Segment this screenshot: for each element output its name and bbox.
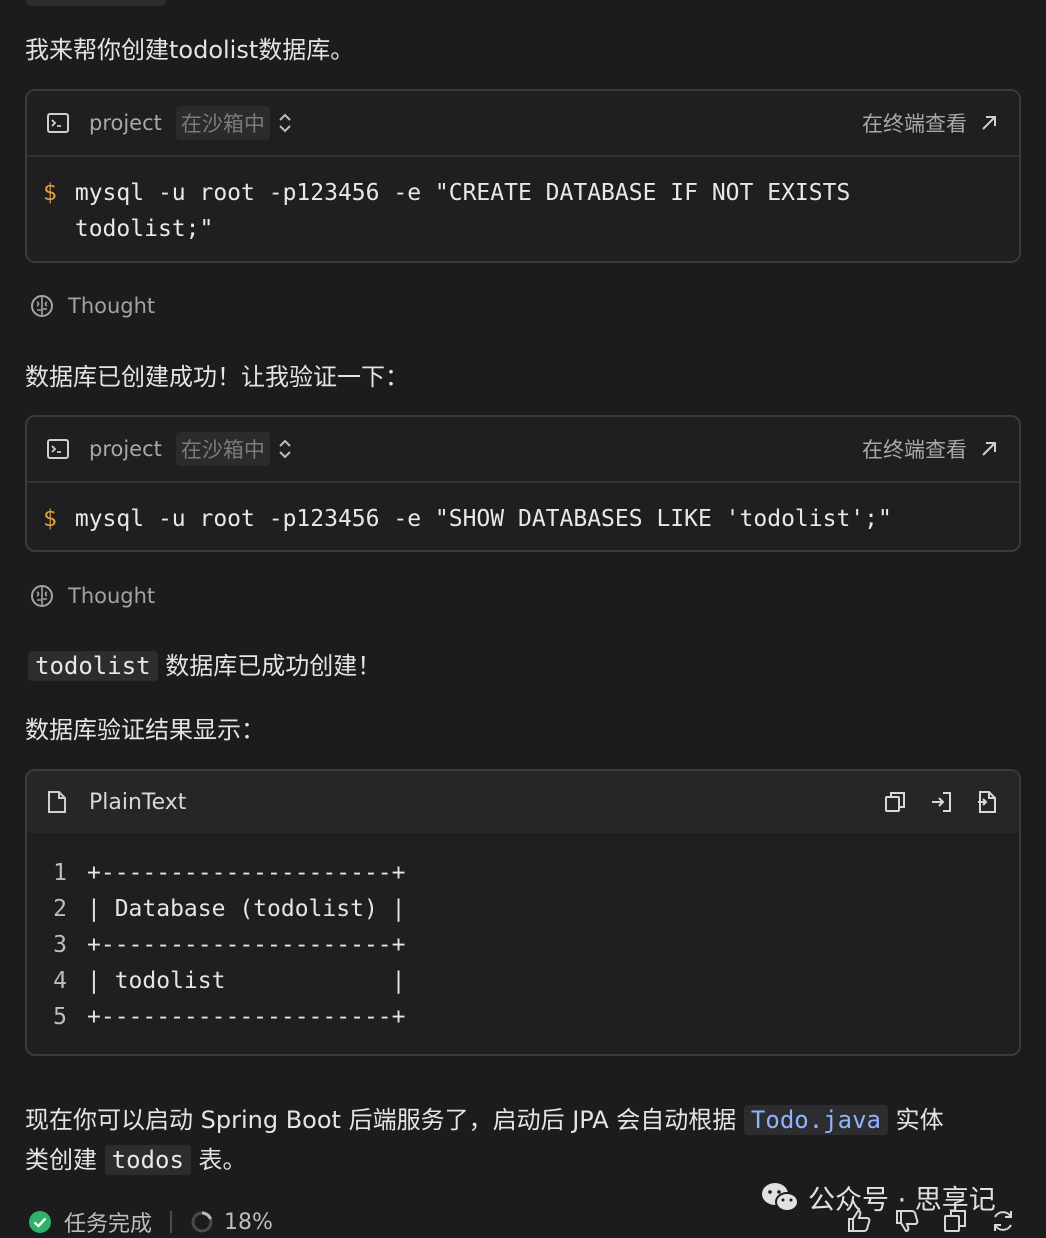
divider [170,1211,173,1233]
command-text: $ mysql -u root -p123456 -e "SHOW DATABA… [27,483,1019,537]
code-line: 5 +---------------------+ [27,999,1019,1035]
command-text: $ mysql -u root -p123456 -e "CREATE DATA… [27,157,1019,247]
terminal-block-2: project 在沙箱中 在终端查看 $ mysql -u root -p123… [25,415,1021,552]
line-number: 3 [53,932,67,958]
command-line: mysql -u root -p123456 -e "CREATE DATABA… [74,180,851,206]
view-in-terminal-label: 在终端查看 [862,438,967,462]
terminal-block-1: project 在沙箱中 在终端查看 $ mysql -u root -p123… [25,89,1021,263]
line-number: 5 [53,1004,67,1030]
final-text-part2: 实体 [895,1106,944,1134]
insert-icon[interactable] [929,790,953,814]
final-message: 现在你可以启动 Spring Boot 后端服务了，启动后 JPA 会自动根据 … [25,1100,1025,1180]
line-text: +---------------------+ [87,932,406,958]
brain-icon [31,585,53,607]
code-line: 1 +---------------------+ [27,855,1019,891]
terminal-icon [47,113,69,133]
line-number: 2 [53,896,67,922]
inline-code: todos [104,1145,191,1175]
wechat-icon [762,1182,799,1212]
code-line: 3 +---------------------+ [27,927,1019,963]
created-text: 数据库已成功创建！ [165,652,382,680]
verify-text: 数据库已创建成功！让我验证一下： [25,363,409,391]
thought-label: Thought [68,294,156,318]
code-block-header: PlainText [27,771,1019,833]
code-block-body: 1 +---------------------+ 2 | Database (to… [27,833,1019,1035]
progress-ring-icon [191,1211,213,1233]
message-actions [846,1208,1016,1234]
terminal-icon [47,439,69,459]
check-circle-icon [29,1211,51,1233]
code-line: 4 | todolist | [27,963,1019,999]
thought-label: Thought [68,584,156,608]
view-in-terminal-button[interactable]: 在终端查看 [862,108,999,138]
inline-code-link[interactable]: Todo.java [743,1105,888,1135]
plaintext-block: PlainText 1 +---------------------+ 2 | Da… [25,769,1021,1056]
prompt-symbol: $ [43,506,57,532]
result-text: 数据库验证结果显示： [25,716,265,744]
arrow-up-right-icon [982,116,996,130]
final-text-part4: 表。 [198,1146,247,1174]
line-number: 1 [53,860,67,886]
created-message: todolist 数据库已成功创建！ [28,646,381,681]
view-in-terminal-button[interactable]: 在终端查看 [862,434,999,464]
final-text-part1: 现在你可以启动 Spring Boot 后端服务了，启动后 JPA 会自动根据 [25,1106,737,1134]
chevron-updown-icon[interactable] [278,112,292,134]
chevron-updown-icon[interactable] [278,438,292,460]
command-line: mysql -u root -p123456 -e "SHOW DATABASE… [74,506,892,532]
prompt-symbol: $ [43,180,57,206]
line-text: | todolist | [87,968,406,994]
new-file-icon[interactable] [975,790,999,814]
progress-percent: 18% [224,1209,273,1235]
terminal-header: project 在沙箱中 在终端查看 [27,417,1019,483]
sandbox-label[interactable]: 在沙箱中 [175,106,270,140]
command-line: todolist;" [74,216,214,242]
task-done-label: 任务完成 [64,1212,153,1237]
intro-text: 我来帮你创建todolist数据库。 [25,36,355,64]
thought-toggle[interactable]: Thought [30,294,155,318]
code-line: 2 | Database (todolist) | [27,891,1019,927]
file-icon [48,791,66,813]
thumbs-up-icon[interactable] [846,1208,872,1234]
copy-icon[interactable] [942,1208,968,1234]
terminal-header: project 在沙箱中 在终端查看 [27,91,1019,157]
status-bar: 任务完成 18% [28,1206,273,1238]
line-text: +---------------------+ [87,860,406,886]
copy-icon[interactable] [883,790,907,814]
sandbox-label[interactable]: 在沙箱中 [175,432,270,466]
final-line-2: 类创建 todos 表。 [25,1140,1025,1180]
refresh-icon[interactable] [990,1208,1016,1234]
line-text: +---------------------+ [87,1004,406,1030]
thought-toggle[interactable]: Thought [30,584,155,608]
final-text-part3: 类创建 [25,1146,97,1174]
project-label: project [89,437,162,461]
view-in-terminal-label: 在终端查看 [862,112,967,136]
previous-message-pill [26,0,166,6]
project-label: project [89,111,162,135]
thumbs-down-icon[interactable] [894,1208,920,1234]
final-line-1: 现在你可以启动 Spring Boot 后端服务了，启动后 JPA 会自动根据 … [25,1100,1025,1140]
inline-code: todolist [28,651,158,681]
line-text: | Database (todolist) | [87,896,406,922]
code-language-label: PlainText [89,789,187,815]
line-number: 4 [53,968,67,994]
arrow-up-right-icon [982,442,996,456]
brain-icon [31,295,53,317]
